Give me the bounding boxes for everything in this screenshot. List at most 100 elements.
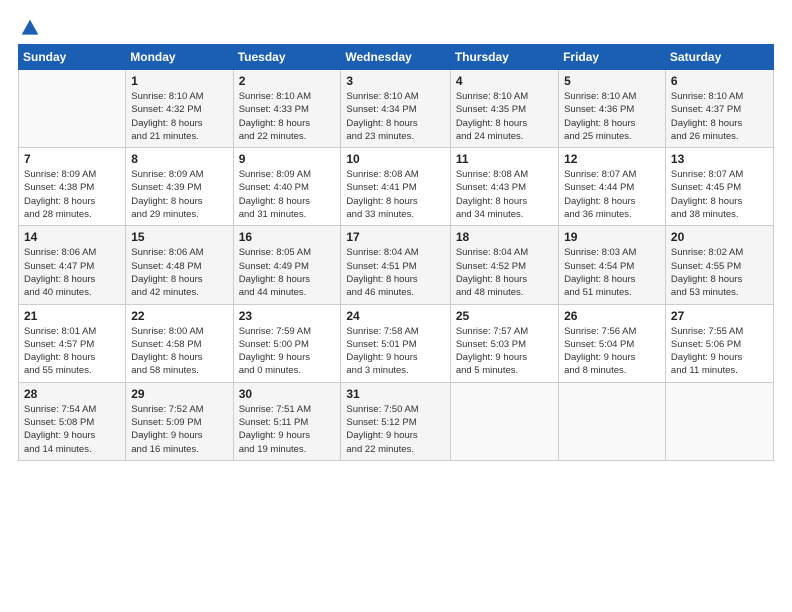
week-row-4: 21 Sunrise: 8:01 AM Sunset: 4:57 PM Dayli… <box>19 304 774 382</box>
day-number: 31 <box>346 387 444 401</box>
day-number: 15 <box>131 230 227 244</box>
calendar-cell <box>450 382 558 460</box>
day-number: 9 <box>239 152 336 166</box>
day-info: Sunrise: 8:09 AM Sunset: 4:39 PM Dayligh… <box>131 168 227 221</box>
calendar-cell: 19 Sunrise: 8:03 AM Sunset: 4:54 PM Dayli… <box>559 226 666 304</box>
calendar-cell: 29 Sunrise: 7:52 AM Sunset: 5:09 PM Dayli… <box>126 382 233 460</box>
day-info: Sunrise: 7:58 AM Sunset: 5:01 PM Dayligh… <box>346 325 444 378</box>
calendar-cell: 24 Sunrise: 7:58 AM Sunset: 5:01 PM Dayli… <box>341 304 450 382</box>
calendar-cell: 17 Sunrise: 8:04 AM Sunset: 4:51 PM Dayli… <box>341 226 450 304</box>
day-number: 20 <box>671 230 768 244</box>
day-info: Sunrise: 8:10 AM Sunset: 4:32 PM Dayligh… <box>131 90 227 143</box>
weekday-header-row: SundayMondayTuesdayWednesdayThursdayFrid… <box>19 45 774 70</box>
day-number: 5 <box>564 74 660 88</box>
day-number: 13 <box>671 152 768 166</box>
day-number: 22 <box>131 309 227 323</box>
calendar-cell: 22 Sunrise: 8:00 AM Sunset: 4:58 PM Dayli… <box>126 304 233 382</box>
day-info: Sunrise: 8:08 AM Sunset: 4:43 PM Dayligh… <box>456 168 553 221</box>
day-info: Sunrise: 8:04 AM Sunset: 4:52 PM Dayligh… <box>456 246 553 299</box>
day-number: 21 <box>24 309 120 323</box>
calendar-cell: 15 Sunrise: 8:06 AM Sunset: 4:48 PM Dayli… <box>126 226 233 304</box>
weekday-header-friday: Friday <box>559 45 666 70</box>
day-info: Sunrise: 8:00 AM Sunset: 4:58 PM Dayligh… <box>131 325 227 378</box>
day-info: Sunrise: 8:02 AM Sunset: 4:55 PM Dayligh… <box>671 246 768 299</box>
day-number: 14 <box>24 230 120 244</box>
day-number: 16 <box>239 230 336 244</box>
day-info: Sunrise: 7:51 AM Sunset: 5:11 PM Dayligh… <box>239 403 336 456</box>
calendar-cell <box>19 70 126 148</box>
page: SundayMondayTuesdayWednesdayThursdayFrid… <box>0 0 792 612</box>
calendar-cell: 13 Sunrise: 8:07 AM Sunset: 4:45 PM Dayli… <box>665 148 773 226</box>
calendar-cell: 14 Sunrise: 8:06 AM Sunset: 4:47 PM Dayli… <box>19 226 126 304</box>
weekday-header-wednesday: Wednesday <box>341 45 450 70</box>
day-number: 7 <box>24 152 120 166</box>
day-info: Sunrise: 8:06 AM Sunset: 4:48 PM Dayligh… <box>131 246 227 299</box>
week-row-5: 28Sunrise: 7:54 AM Sunset: 5:08 PM Dayli… <box>19 382 774 460</box>
day-info: Sunrise: 8:10 AM Sunset: 4:34 PM Dayligh… <box>346 90 444 143</box>
calendar-cell: 26Sunrise: 7:56 AM Sunset: 5:04 PM Dayli… <box>559 304 666 382</box>
calendar-cell: 21 Sunrise: 8:01 AM Sunset: 4:57 PM Dayli… <box>19 304 126 382</box>
day-info: Sunrise: 8:07 AM Sunset: 4:45 PM Dayligh… <box>671 168 768 221</box>
calendar-cell: 3 Sunrise: 8:10 AM Sunset: 4:34 PM Daylig… <box>341 70 450 148</box>
calendar-cell: 31 Sunrise: 7:50 AM Sunset: 5:12 PM Dayli… <box>341 382 450 460</box>
calendar-cell: 20 Sunrise: 8:02 AM Sunset: 4:55 PM Dayli… <box>665 226 773 304</box>
day-info: Sunrise: 8:10 AM Sunset: 4:35 PM Dayligh… <box>456 90 553 143</box>
calendar-cell: 8 Sunrise: 8:09 AM Sunset: 4:39 PM Daylig… <box>126 148 233 226</box>
day-number: 28 <box>24 387 120 401</box>
calendar-cell: 16Sunrise: 8:05 AM Sunset: 4:49 PM Dayli… <box>233 226 341 304</box>
day-number: 4 <box>456 74 553 88</box>
day-info: Sunrise: 8:10 AM Sunset: 4:37 PM Dayligh… <box>671 90 768 143</box>
calendar-cell: 1Sunrise: 8:10 AM Sunset: 4:32 PM Daylig… <box>126 70 233 148</box>
day-info: Sunrise: 7:52 AM Sunset: 5:09 PM Dayligh… <box>131 403 227 456</box>
weekday-header-sunday: Sunday <box>19 45 126 70</box>
week-row-2: 7 Sunrise: 8:09 AM Sunset: 4:38 PM Daylig… <box>19 148 774 226</box>
day-info: Sunrise: 7:59 AM Sunset: 5:00 PM Dayligh… <box>239 325 336 378</box>
weekday-header-saturday: Saturday <box>665 45 773 70</box>
day-number: 8 <box>131 152 227 166</box>
day-number: 17 <box>346 230 444 244</box>
day-info: Sunrise: 8:04 AM Sunset: 4:51 PM Dayligh… <box>346 246 444 299</box>
day-number: 29 <box>131 387 227 401</box>
calendar-cell: 9Sunrise: 8:09 AM Sunset: 4:40 PM Daylig… <box>233 148 341 226</box>
calendar-cell: 12 Sunrise: 8:07 AM Sunset: 4:44 PM Dayli… <box>559 148 666 226</box>
logo <box>18 18 40 34</box>
day-number: 12 <box>564 152 660 166</box>
calendar-cell: 10Sunrise: 8:08 AM Sunset: 4:41 PM Dayli… <box>341 148 450 226</box>
week-row-1: 1Sunrise: 8:10 AM Sunset: 4:32 PM Daylig… <box>19 70 774 148</box>
day-number: 27 <box>671 309 768 323</box>
calendar-cell: 30 Sunrise: 7:51 AM Sunset: 5:11 PM Dayli… <box>233 382 341 460</box>
calendar-cell: 2Sunrise: 8:10 AM Sunset: 4:33 PM Daylig… <box>233 70 341 148</box>
calendar-cell: 27Sunrise: 7:55 AM Sunset: 5:06 PM Dayli… <box>665 304 773 382</box>
day-info: Sunrise: 8:06 AM Sunset: 4:47 PM Dayligh… <box>24 246 120 299</box>
calendar-cell <box>665 382 773 460</box>
day-number: 2 <box>239 74 336 88</box>
day-number: 30 <box>239 387 336 401</box>
day-info: Sunrise: 7:56 AM Sunset: 5:04 PM Dayligh… <box>564 325 660 378</box>
day-number: 18 <box>456 230 553 244</box>
day-info: Sunrise: 7:50 AM Sunset: 5:12 PM Dayligh… <box>346 403 444 456</box>
calendar-cell: 18 Sunrise: 8:04 AM Sunset: 4:52 PM Dayli… <box>450 226 558 304</box>
calendar-cell: 28Sunrise: 7:54 AM Sunset: 5:08 PM Dayli… <box>19 382 126 460</box>
calendar-cell: 23 Sunrise: 7:59 AM Sunset: 5:00 PM Dayli… <box>233 304 341 382</box>
day-number: 25 <box>456 309 553 323</box>
day-info: Sunrise: 8:07 AM Sunset: 4:44 PM Dayligh… <box>564 168 660 221</box>
weekday-header-thursday: Thursday <box>450 45 558 70</box>
day-info: Sunrise: 8:08 AM Sunset: 4:41 PM Dayligh… <box>346 168 444 221</box>
day-info: Sunrise: 8:09 AM Sunset: 4:38 PM Dayligh… <box>24 168 120 221</box>
day-info: Sunrise: 8:10 AM Sunset: 4:36 PM Dayligh… <box>564 90 660 143</box>
day-info: Sunrise: 8:03 AM Sunset: 4:54 PM Dayligh… <box>564 246 660 299</box>
header <box>18 18 774 34</box>
day-number: 19 <box>564 230 660 244</box>
day-number: 24 <box>346 309 444 323</box>
calendar-cell: 7 Sunrise: 8:09 AM Sunset: 4:38 PM Daylig… <box>19 148 126 226</box>
calendar-cell: 4 Sunrise: 8:10 AM Sunset: 4:35 PM Daylig… <box>450 70 558 148</box>
calendar-cell <box>559 382 666 460</box>
weekday-header-monday: Monday <box>126 45 233 70</box>
day-info: Sunrise: 8:01 AM Sunset: 4:57 PM Dayligh… <box>24 325 120 378</box>
calendar-cell: 5 Sunrise: 8:10 AM Sunset: 4:36 PM Daylig… <box>559 70 666 148</box>
calendar: SundayMondayTuesdayWednesdayThursdayFrid… <box>18 44 774 461</box>
logo-icon <box>20 18 40 38</box>
weekday-header-tuesday: Tuesday <box>233 45 341 70</box>
day-number: 23 <box>239 309 336 323</box>
day-number: 3 <box>346 74 444 88</box>
